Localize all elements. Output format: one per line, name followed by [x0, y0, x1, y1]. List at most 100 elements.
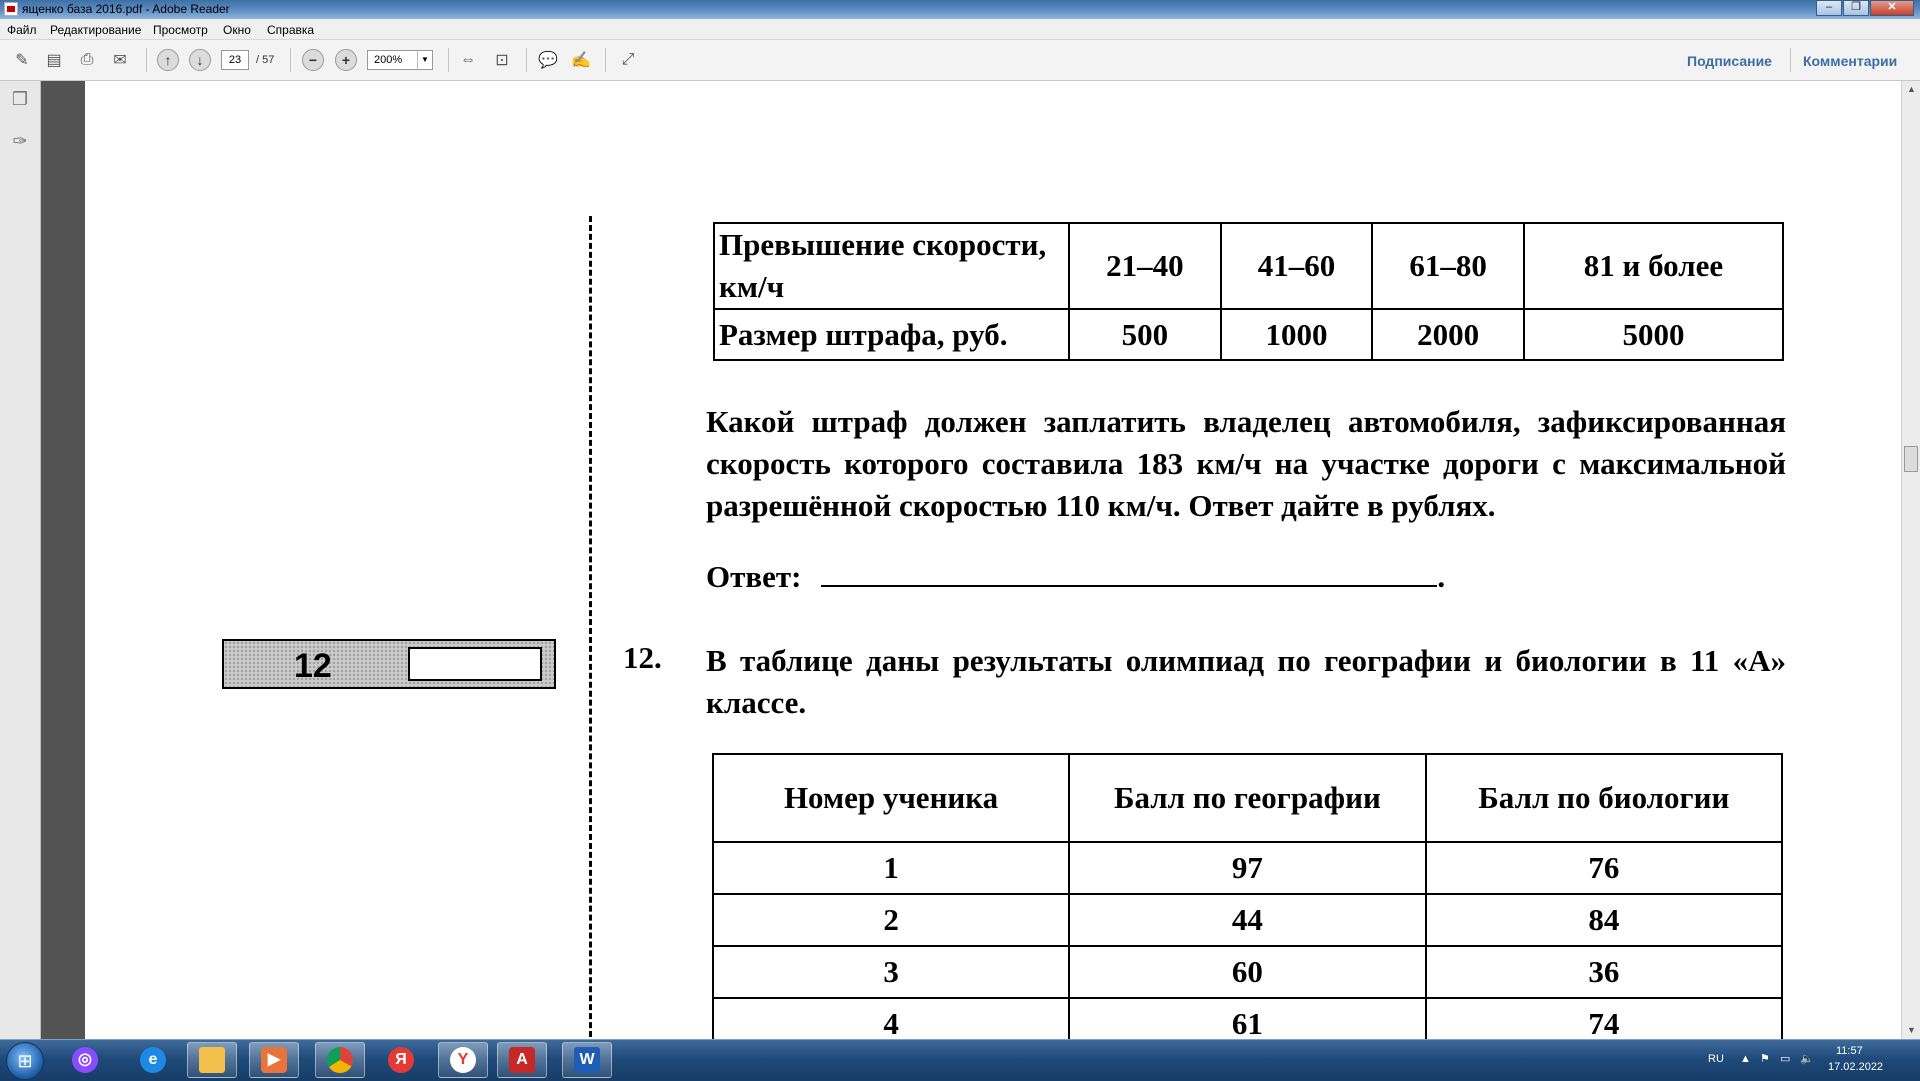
- table-cell: 36: [1424, 945, 1784, 999]
- window-title: ященко база 2016.pdf - Adobe Reader: [22, 2, 230, 16]
- table-cell: 1: [711, 841, 1071, 895]
- table-cell: 1000: [1219, 308, 1374, 361]
- fullscreen-icon[interactable]: ⤢: [617, 49, 639, 71]
- navigation-panel: ❐ ✑: [0, 81, 41, 1039]
- table-cell: 81 и более: [1522, 222, 1785, 310]
- taskbar-app-word[interactable]: W: [562, 1042, 612, 1078]
- table-cell: 84: [1424, 893, 1784, 947]
- table-cell: 2: [711, 893, 1071, 947]
- table-row: 3 60 36: [711, 945, 1784, 999]
- toolbar-separator: [605, 48, 606, 72]
- previous-page-button[interactable]: ↑: [157, 49, 179, 71]
- window-controls: – ❐ ✕: [1815, 0, 1914, 16]
- fine-table: Превышение скорости, км/ч 21–40 41–60 61…: [713, 222, 1785, 361]
- menu-edit[interactable]: Редактирование: [50, 23, 141, 37]
- zoom-in-button[interactable]: +: [335, 49, 357, 71]
- zoom-select[interactable]: 200% ▼: [367, 50, 433, 70]
- taskbar-app-alisa[interactable]: ◎: [60, 1042, 110, 1078]
- comments-tab[interactable]: Комментарии: [1803, 53, 1897, 69]
- answer-box-number: 12: [294, 647, 332, 685]
- folder-icon: [199, 1047, 225, 1073]
- print-icon[interactable]: ⎙: [76, 49, 98, 71]
- clock-time[interactable]: 11:57: [1836, 1045, 1863, 1057]
- action-center-flag-icon[interactable]: ⚑: [1760, 1052, 1770, 1065]
- show-hidden-icons-icon[interactable]: ▲: [1740, 1053, 1751, 1065]
- answer-blank: [821, 557, 1438, 587]
- start-button[interactable]: ⊞: [6, 1042, 44, 1080]
- yandex-icon: Я: [388, 1047, 414, 1073]
- table-row: 2 44 84: [711, 893, 1784, 947]
- table-cell: 60: [1068, 945, 1427, 999]
- taskbar-app-yandex[interactable]: Я: [376, 1042, 426, 1078]
- table-row: 4 61 74: [711, 997, 1784, 1039]
- menu-window[interactable]: Окно: [223, 23, 251, 37]
- adobe-reader-app-icon: [4, 2, 18, 16]
- page-number-input[interactable]: 23: [221, 50, 249, 70]
- window-titlebar: ященко база 2016.pdf - Adobe Reader – ❐ …: [0, 0, 1920, 19]
- answer-label: Ответ:: [706, 559, 802, 594]
- table-cell: 21–40: [1068, 222, 1222, 310]
- create-pdf-icon[interactable]: ✎: [11, 49, 33, 71]
- clock-date[interactable]: 17.02.2022: [1828, 1061, 1883, 1073]
- taskbar-app-file-explorer[interactable]: [187, 1042, 237, 1078]
- fit-width-icon[interactable]: ⇔: [457, 49, 479, 71]
- menu-bar: Файл Редактирование Просмотр Окно Справк…: [0, 19, 1920, 40]
- close-button[interactable]: ✕: [1870, 0, 1914, 16]
- question-11-text: Какой штраф должен заплатить владелец ав…: [706, 404, 1786, 523]
- chevron-down-icon[interactable]: ▼: [417, 51, 432, 69]
- toolbar-separator: [526, 48, 527, 72]
- alisa-icon: ◎: [72, 1047, 98, 1073]
- taskbar-app-internet-explorer[interactable]: e: [128, 1042, 178, 1078]
- maximize-button[interactable]: ❐: [1843, 0, 1869, 16]
- save-icon[interactable]: ▤: [43, 49, 65, 71]
- minimize-button[interactable]: –: [1816, 0, 1842, 16]
- table-cell: 3: [711, 945, 1071, 999]
- highlight-icon[interactable]: ✍: [570, 49, 592, 71]
- taskbar-app-media-player[interactable]: ▶: [249, 1042, 299, 1078]
- table-cell: 500: [1068, 308, 1222, 361]
- adobe-reader-icon: A: [509, 1047, 535, 1073]
- network-icon[interactable]: ▭: [1780, 1052, 1790, 1065]
- taskbar-app-chrome[interactable]: [315, 1042, 365, 1078]
- table-cell: 4: [711, 997, 1071, 1039]
- taskbar-app-yandex-browser[interactable]: Y: [438, 1042, 488, 1078]
- email-icon[interactable]: ✉: [109, 49, 131, 71]
- taskbar-app-adobe-reader[interactable]: A: [497, 1042, 547, 1078]
- fit-page-icon[interactable]: ⊡: [491, 49, 513, 71]
- toolbar-separator: [146, 48, 147, 72]
- scroll-down-arrow-icon[interactable]: ▼: [1902, 1022, 1920, 1039]
- document-viewer: Превышение скорости, км/ч 21–40 41–60 61…: [41, 81, 1918, 1039]
- scroll-up-arrow-icon[interactable]: ▲: [1902, 81, 1920, 98]
- table-cell: 2000: [1371, 308, 1525, 361]
- vertical-scrollbar[interactable]: ▲ ▼: [1901, 81, 1920, 1039]
- menu-view[interactable]: Просмотр: [153, 23, 208, 37]
- table-cell: 41–60: [1219, 222, 1374, 310]
- zoom-out-button[interactable]: −: [302, 49, 324, 71]
- toolbar-separator: [448, 48, 449, 72]
- volume-icon[interactable]: 🔈: [1800, 1052, 1814, 1065]
- table-cell: 61–80: [1371, 222, 1525, 310]
- table-cell: 44: [1068, 893, 1427, 947]
- menu-file[interactable]: Файл: [7, 23, 37, 37]
- attachments-icon[interactable]: ✑: [9, 131, 31, 153]
- menu-help[interactable]: Справка: [267, 23, 314, 37]
- answer-end: .: [1437, 559, 1446, 594]
- toolbar-separator: [290, 48, 291, 72]
- system-tray: RU ▲ ⚑ ▭ 🔈 11:57 17.02.2022: [1660, 1040, 1920, 1081]
- yandex-browser-icon: Y: [450, 1047, 476, 1073]
- next-page-button[interactable]: ↓: [189, 49, 211, 71]
- page-total: / 57: [256, 54, 275, 66]
- pdf-page: Превышение скорости, км/ч 21–40 41–60 61…: [85, 81, 1902, 1039]
- table-header-cell: Номер ученика: [711, 753, 1071, 843]
- sign-tab[interactable]: Подписание: [1687, 53, 1772, 69]
- scrollbar-thumb[interactable]: [1904, 446, 1918, 472]
- page-thumbnails-icon[interactable]: ❐: [9, 89, 31, 111]
- question-12-number: 12.: [623, 640, 662, 675]
- answer-box-field: [408, 647, 542, 681]
- language-indicator[interactable]: RU: [1708, 1053, 1724, 1065]
- table-row: Размер штрафа, руб. 500 1000 2000 5000: [713, 308, 1785, 361]
- media-player-icon: ▶: [261, 1047, 287, 1073]
- comment-icon[interactable]: 💬: [537, 49, 559, 71]
- taskbar: ⊞ ◎ e ▶ Я Y A W RU ▲ ⚑ ▭ 🔈 11:57 17.02.2…: [0, 1039, 1920, 1081]
- table-header-cell: Балл по биологии: [1424, 753, 1784, 843]
